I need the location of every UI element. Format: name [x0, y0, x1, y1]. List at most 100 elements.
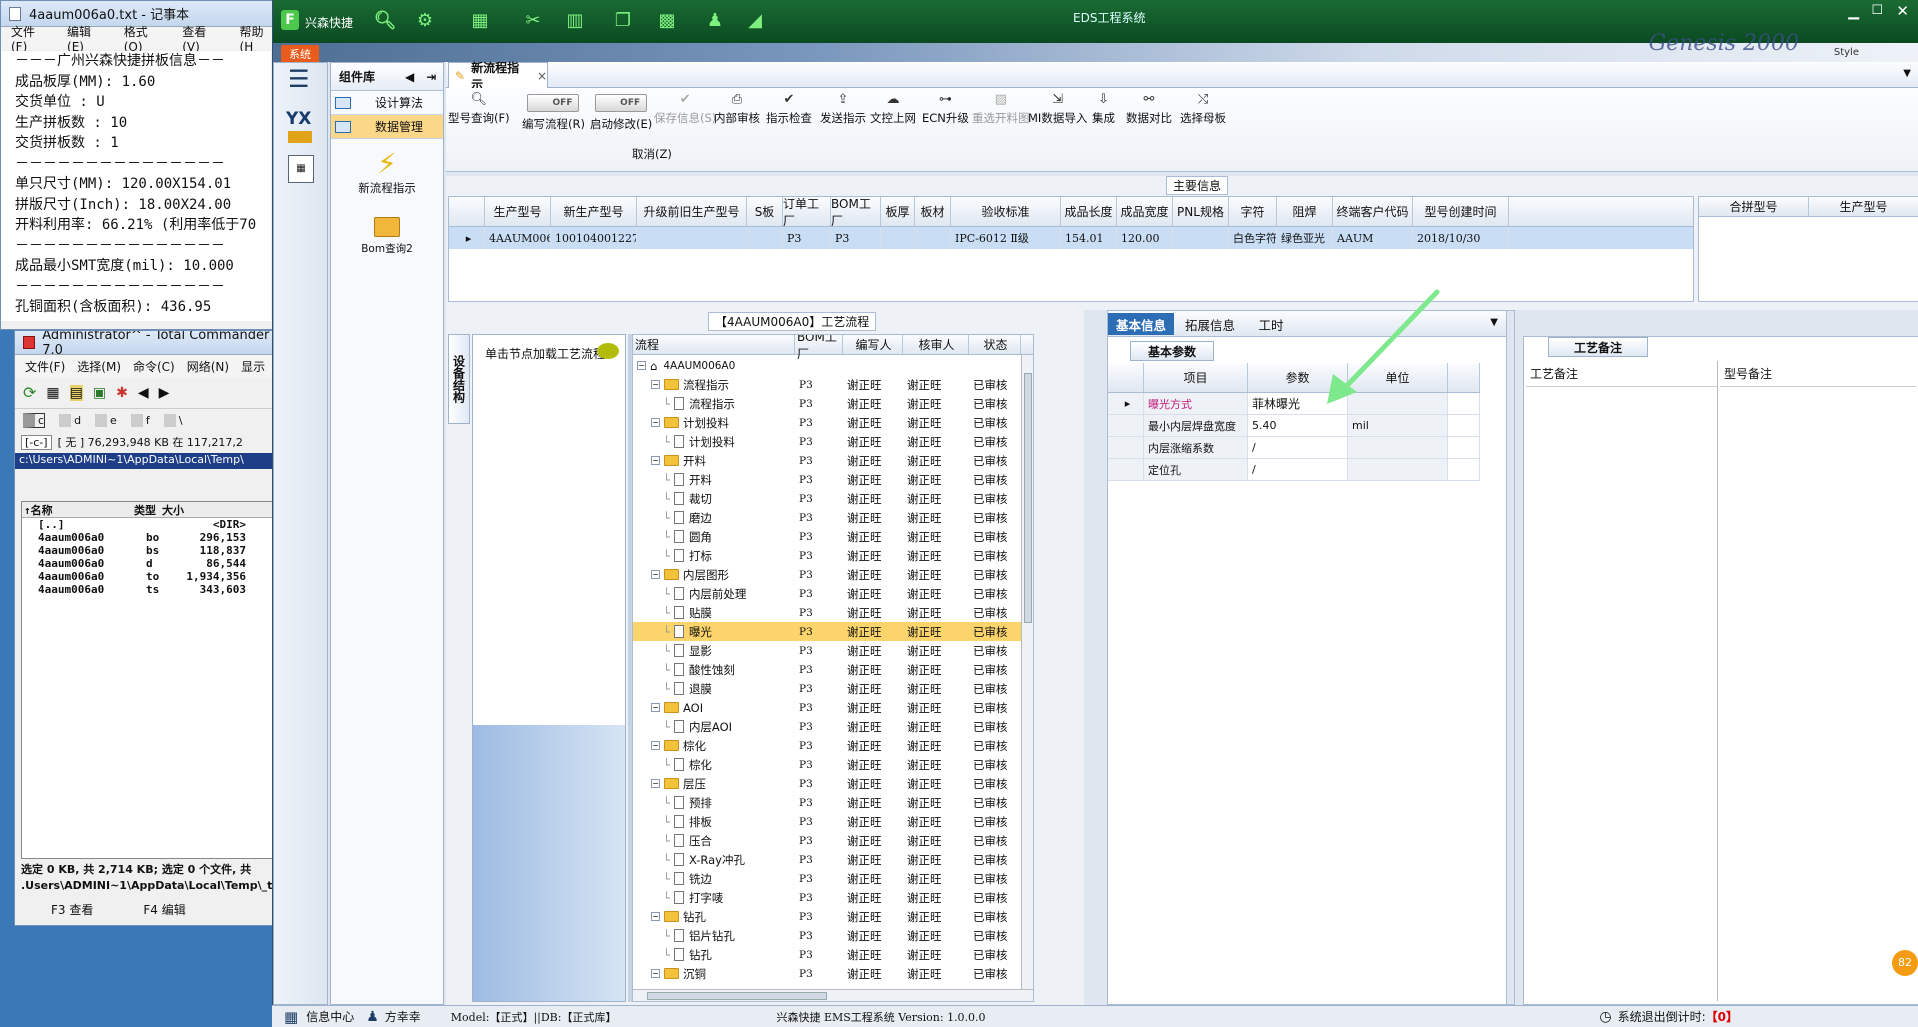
- grid-icon[interactable]: ▦: [468, 10, 492, 32]
- merge-model-column-header[interactable]: 合拼型号: [1699, 197, 1809, 216]
- toggle-off-switch[interactable]: OFF: [527, 94, 580, 112]
- main-info-column-header[interactable]: 字符: [1229, 197, 1277, 226]
- process-row[interactable]: └ 打字唛 P3 谢正旺 谢正旺 已审核: [633, 888, 1021, 907]
- main-info-cell[interactable]: IPC-6012 Ⅱ级: [951, 227, 1061, 249]
- collapse-icon[interactable]: −: [651, 456, 660, 465]
- process-row[interactable]: └ 打标 P3 谢正旺 谢正旺 已审核: [633, 546, 1021, 565]
- main-info-cell[interactable]: 4AAUM006A0: [485, 227, 551, 249]
- process-row[interactable]: └ 铝片钻孔 P3 谢正旺 谢正旺 已审核: [633, 926, 1021, 945]
- process-node[interactable]: − 计划投料: [633, 415, 795, 431]
- toolbar-button[interactable]: ✔ 指示检查: [766, 92, 812, 126]
- tab-menu-icon[interactable]: ▼: [1490, 317, 1498, 328]
- process-row[interactable]: − 棕化 P3 谢正旺 谢正旺 已审核: [633, 736, 1021, 755]
- toolbar-button[interactable]: ⤭ 选择母板: [1180, 92, 1226, 126]
- main-info-cell[interactable]: [747, 227, 783, 249]
- process-node[interactable]: └ 圆角: [633, 529, 795, 545]
- collapse-icon[interactable]: −: [637, 361, 646, 370]
- process-node[interactable]: └ 预排: [633, 795, 795, 811]
- process-row[interactable]: └ 内层AOI P3 谢正旺 谢正旺 已审核: [633, 717, 1021, 736]
- process-row[interactable]: └ 预排 P3 谢正旺 谢正旺 已审核: [633, 793, 1021, 812]
- tab-close-icon[interactable]: ×: [537, 69, 547, 83]
- process-node[interactable]: └ 铝片钻孔: [633, 928, 795, 944]
- notepad-menu-item[interactable]: 格式(O): [124, 23, 167, 54]
- main-info-column-header[interactable]: BOM工厂: [831, 197, 881, 228]
- toolbar-button[interactable]: ⇪ 发送指示: [820, 92, 866, 126]
- process-row[interactable]: − 钻孔 P3 谢正旺 谢正旺 已审核: [633, 907, 1021, 926]
- process-node[interactable]: − 钻孔: [633, 909, 795, 925]
- tc-menu-item[interactable]: 网络(N): [187, 358, 229, 375]
- tc-file-row[interactable]: 4aaum006a0 to 1,934,356: [22, 570, 277, 583]
- process-node[interactable]: − 层压: [633, 776, 795, 792]
- tc-file-row[interactable]: 4aaum006a0 ts 343,603: [22, 583, 277, 596]
- main-info-cell[interactable]: [881, 227, 915, 249]
- tc-menu-item[interactable]: 显示: [241, 358, 265, 375]
- tc-file-row[interactable]: 4aaum006a0 d 86,544: [22, 557, 277, 570]
- process-row[interactable]: − AOI P3 谢正旺 谢正旺 已审核: [633, 698, 1021, 717]
- main-info-cell[interactable]: 120.00: [1117, 227, 1173, 249]
- main-info-cell[interactable]: P3: [831, 227, 881, 249]
- process-node[interactable]: └ 裁切: [633, 491, 795, 507]
- process-hint[interactable]: 单击节点加载工艺流程: [473, 335, 625, 725]
- basic-info-tab[interactable]: 工时: [1246, 313, 1296, 335]
- collapse-icon[interactable]: −: [651, 418, 660, 427]
- process-node[interactable]: − 内层图形: [633, 567, 795, 583]
- tc-column-header-cell[interactable]: 类型: [132, 502, 160, 518]
- toggle-off-switch[interactable]: OFF: [595, 94, 648, 112]
- notification-badge[interactable]: 82: [1892, 950, 1918, 976]
- main-info-column-header[interactable]: 验收标准: [951, 197, 1061, 226]
- basic-params-tab[interactable]: 基本参数: [1130, 341, 1214, 361]
- process-row[interactable]: − 流程指示 P3 谢正旺 谢正旺 已审核: [633, 375, 1021, 394]
- toolbar-button[interactable]: ⇲ MI数据导入: [1028, 92, 1087, 126]
- basic-params-grid[interactable]: 项目 参数 单位 ▸ 曝光方式 菲林曝光 最小内层焊盘宽度 5.40 mil 内层涨缩系数 / 定位…: [1108, 363, 1482, 1003]
- scissors-icon[interactable]: ✂: [521, 10, 545, 32]
- toolbar-button[interactable]: ✔ 保存信息(S): [654, 92, 716, 126]
- process-row[interactable]: └ 退膜 P3 谢正旺 谢正旺 已审核: [633, 679, 1021, 698]
- scrollbar-thumb[interactable]: [1024, 373, 1032, 623]
- process-node[interactable]: └ 打标: [633, 548, 795, 564]
- process-node[interactable]: − 开料: [633, 453, 795, 469]
- basic-info-tab[interactable]: 基本信息: [1108, 313, 1174, 335]
- main-info-column-header[interactable]: 终端客户代码: [1333, 197, 1413, 226]
- basic-params-column-header[interactable]: 项目: [1144, 363, 1248, 392]
- process-row[interactable]: └ 内层前处理 P3 谢正旺 谢正旺 已审核: [633, 584, 1021, 603]
- icons-view-icon[interactable]: ▦: [46, 385, 59, 401]
- process-row[interactable]: └ 曝光 P3 谢正旺 谢正旺 已审核: [633, 622, 1021, 641]
- process-node[interactable]: − AOI: [633, 701, 795, 715]
- process-column-header[interactable]: 状态: [969, 335, 1021, 354]
- basic-params-row[interactable]: 内层涨缩系数 /: [1108, 437, 1480, 459]
- basic-params-row[interactable]: 最小内层焊盘宽度 5.40 mil: [1108, 415, 1480, 437]
- drive-button[interactable]: \: [163, 413, 182, 427]
- process-row[interactable]: └ 棕化 P3 谢正旺 谢正旺 已审核: [633, 755, 1021, 774]
- tc-column-header-cell[interactable]: ↑名称: [22, 502, 132, 518]
- main-info-cell[interactable]: [915, 227, 951, 249]
- user-icon[interactable]: ♟: [703, 10, 727, 32]
- tc-menu-item[interactable]: 选择(M): [77, 358, 121, 375]
- horizontal-scrollbar[interactable]: [633, 989, 1033, 1001]
- action-new-process[interactable]: ⚡ 新流程指示: [331, 147, 443, 196]
- toolbar-button[interactable]: ☁ 文控上网: [870, 92, 916, 126]
- process-node[interactable]: └ 开料: [633, 472, 795, 488]
- tc-file-row[interactable]: 4aaum006a0 bs 118,837: [22, 544, 277, 557]
- tc-menu-item[interactable]: 命令(C): [133, 358, 175, 375]
- process-row[interactable]: − 内层图形 P3 谢正旺 谢正旺 已审核: [633, 565, 1021, 584]
- process-node[interactable]: └ X-Ray冲孔: [633, 852, 795, 868]
- process-row[interactable]: └ 贴膜 P3 谢正旺 谢正旺 已审核: [633, 603, 1021, 622]
- minimize-button[interactable]: ▁: [1848, 4, 1859, 20]
- maximize-button[interactable]: ☐: [1871, 3, 1883, 18]
- main-info-column-header[interactable]: S板: [747, 197, 783, 226]
- toolbar-button[interactable]: 🔍︎ 型号查询(F): [448, 92, 510, 126]
- toolbar-button[interactable]: ⇩ 集成: [1092, 92, 1115, 126]
- process-node[interactable]: └ 压合: [633, 833, 795, 849]
- main-info-cell[interactable]: P3: [783, 227, 831, 249]
- process-column-header[interactable]: 编写人: [843, 335, 903, 354]
- device-structure-tab[interactable]: 设备结构: [448, 334, 470, 424]
- tc-fkey-button[interactable]: F4 编辑: [143, 901, 185, 918]
- main-info-column-header[interactable]: 升级前旧生产型号: [637, 197, 747, 226]
- main-info-cell[interactable]: 154.01: [1061, 227, 1117, 249]
- notepad-text-area[interactable]: －－－广州兴森快捷拼板信息－－ 成品板厚(MM): 1.60 交货单位 : U 生产拼…: [1, 51, 271, 321]
- lib-item-data-management[interactable]: 数据管理: [331, 115, 443, 139]
- scrollbar-thumb[interactable]: [647, 992, 827, 1000]
- sidebar-logo[interactable]: YX: [286, 109, 311, 129]
- main-info-column-header[interactable]: 板厚: [881, 197, 915, 226]
- process-node[interactable]: └ 曝光: [633, 624, 795, 640]
